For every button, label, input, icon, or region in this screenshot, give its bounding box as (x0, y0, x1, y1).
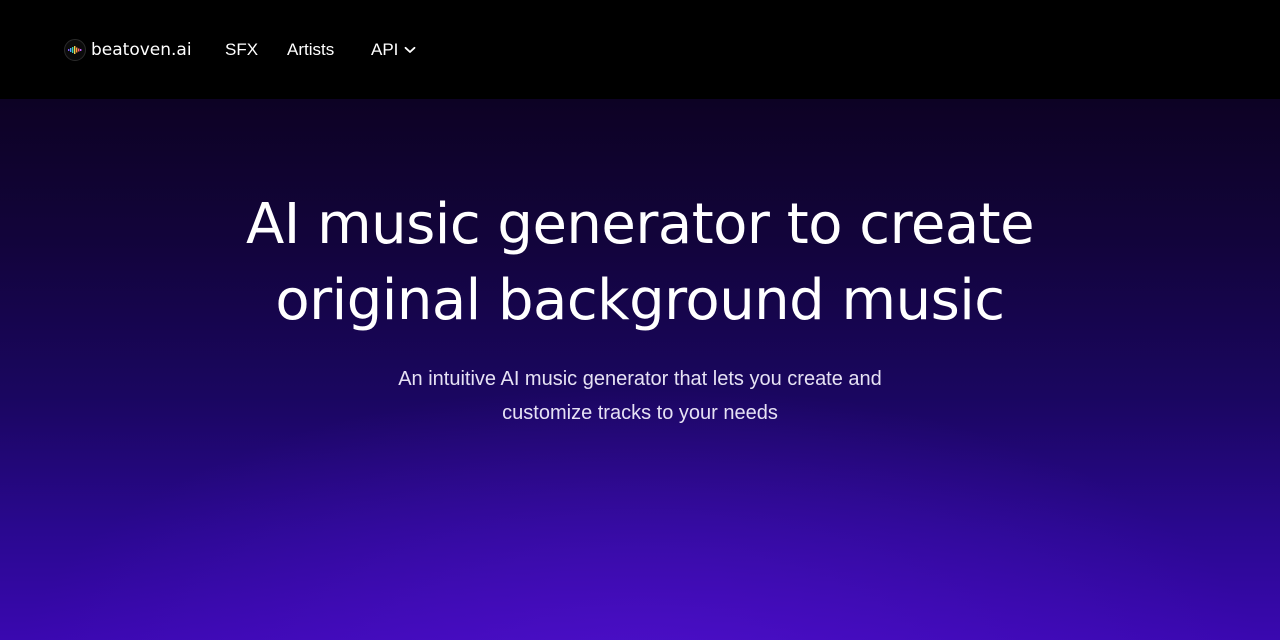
nav-link-sfx[interactable]: SFX (225, 38, 258, 62)
page: beatoven.ai SFX Artists API AI music gen… (0, 0, 1280, 640)
waveform-logo-icon (68, 46, 82, 54)
nav-dropdown-api-label: API (371, 40, 399, 59)
hero-section: AI music generator to create original ba… (0, 99, 1280, 640)
hero-subtitle-line-1: An intuitive AI music generator that let… (398, 368, 882, 390)
hero-title-line-2: original background music (275, 268, 1005, 333)
brand-name: beatoven.ai (91, 40, 192, 60)
hero-subtitle-line-2: customize tracks to your needs (502, 402, 778, 424)
brand-home-link[interactable]: beatoven.ai (64, 38, 192, 62)
chevron-down-icon (404, 46, 416, 54)
hero-subtitle: An intuitive AI music generator that let… (340, 362, 940, 430)
nav-dropdown-api[interactable]: API (371, 38, 416, 62)
top-navigation-bar: beatoven.ai SFX Artists API (0, 0, 1280, 99)
hero-title-line-1: AI music generator to create (245, 192, 1035, 257)
nav-link-artists[interactable]: Artists (287, 38, 334, 62)
hero-title: AI music generator to create original ba… (140, 187, 1140, 339)
waveform-logo-icon (64, 39, 86, 61)
